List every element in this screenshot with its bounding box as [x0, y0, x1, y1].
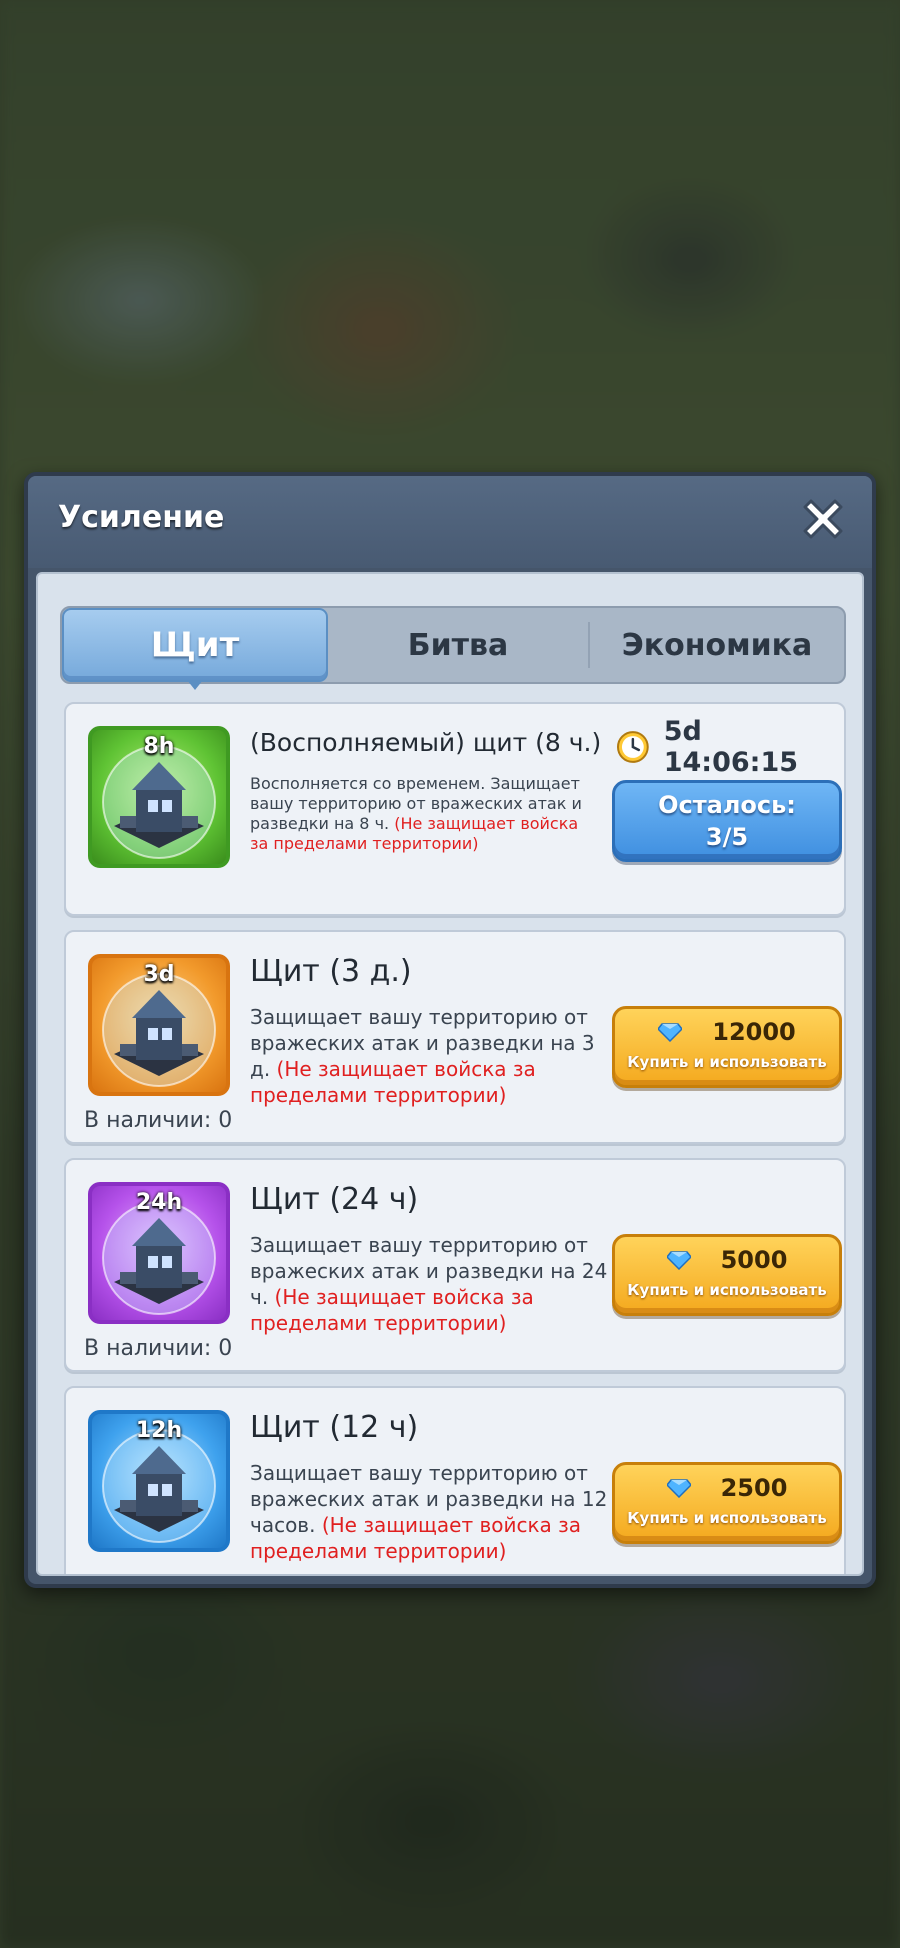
item-title: Щит (12 ч)	[250, 1410, 419, 1445]
remaining-button[interactable]: Осталось: 3/5	[612, 780, 842, 862]
refill-timer: 5d 14:06:15	[616, 716, 844, 778]
item-description: Защищает вашу территорию от вражеских ат…	[250, 1460, 610, 1564]
dialog-body: Щит Битва Экономика 8h (Восполняемый) щи…	[36, 572, 864, 1576]
list-item: 12h Щит (12 ч) Защищает вашу территорию …	[64, 1386, 846, 1574]
item-description: Защищает вашу территорию от вражеских ат…	[250, 1004, 610, 1108]
button-caption: Купить и использовать	[627, 1509, 827, 1527]
warning-text: (Не защищает войска за пределами террито…	[250, 1285, 534, 1335]
buy-and-use-button[interactable]: 2500 Купить и использовать	[612, 1462, 842, 1544]
price-value: 2500	[720, 1474, 788, 1502]
shield-8h-thumbnail: 8h	[88, 726, 230, 868]
item-description: Восполняется со временем. Защищает вашу …	[250, 774, 600, 854]
remaining-count: 3/5	[705, 823, 749, 851]
warning-text: (Не защищает войска за пределами террито…	[250, 1057, 536, 1107]
item-description: Защищает вашу территорию от вражеских ат…	[250, 1232, 610, 1336]
shield-3d-thumbnail: 3d	[88, 954, 230, 1096]
item-title: (Восполняемый) щит (8 ч.)	[250, 728, 602, 757]
price-row: 5000	[615, 1245, 839, 1275]
tab-economy[interactable]: Экономика	[590, 608, 844, 682]
dialog-title: Усиление	[58, 500, 225, 535]
shield-24h-thumbnail: 24h	[88, 1182, 230, 1324]
dialog-header: Усиление	[28, 476, 872, 568]
duration-badge: 8h	[143, 734, 175, 759]
list-item: 24h Щит (24 ч) Защищает вашу территорию …	[64, 1158, 846, 1372]
buy-and-use-button[interactable]: 5000 Купить и использовать	[612, 1234, 842, 1316]
diamond-icon	[666, 1479, 691, 1498]
list-item: 3d Щит (3 д.) Защищает вашу территорию о…	[64, 930, 846, 1144]
boost-dialog: Усиление Щит Битва Экономика 8h (Восполн…	[24, 472, 876, 1588]
duration-badge: 3d	[143, 962, 175, 987]
item-title: Щит (3 д.)	[250, 954, 412, 989]
tab-shield[interactable]: Щит	[62, 608, 328, 690]
tab-battle[interactable]: Битва	[328, 608, 588, 682]
button-caption: Купить и использовать	[627, 1053, 827, 1071]
diamond-icon	[658, 1023, 683, 1042]
remaining-label: Осталось:	[658, 791, 796, 819]
price-row: 12000	[615, 1017, 839, 1047]
item-title: Щит (24 ч)	[250, 1182, 419, 1217]
timer-text: 5d 14:06:15	[663, 716, 799, 778]
in-stock-count: В наличии: 0	[84, 1108, 233, 1133]
close-x-icon	[803, 499, 843, 539]
clock-icon	[616, 731, 649, 763]
duration-badge: 12h	[135, 1418, 183, 1443]
button-caption: Купить и использовать	[627, 1281, 827, 1299]
price-value: 5000	[720, 1246, 788, 1274]
close-button[interactable]	[792, 486, 854, 552]
diamond-icon	[666, 1251, 691, 1270]
list-item: 8h (Восполняемый) щит (8 ч.) Восполняетс…	[64, 702, 846, 916]
buy-and-use-button[interactable]: 12000 Купить и использовать	[612, 1006, 842, 1088]
price-value: 12000	[712, 1018, 796, 1046]
tab-bar: Щит Битва Экономика	[60, 606, 846, 690]
in-stock-count: В наличии: 0	[84, 1336, 233, 1361]
price-row: 2500	[615, 1473, 839, 1503]
duration-badge: 24h	[135, 1190, 183, 1215]
shield-12h-thumbnail: 12h	[88, 1410, 230, 1552]
